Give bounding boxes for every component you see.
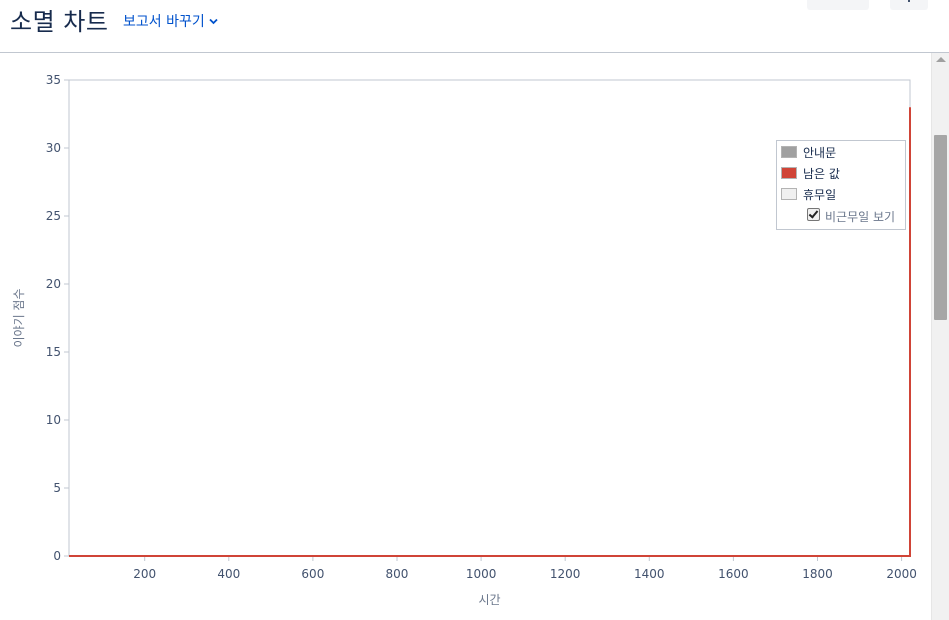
x-tick-label: 800 (386, 567, 409, 581)
y-tick-label: 25 (46, 209, 61, 223)
x-tick-label: 1800 (802, 567, 833, 581)
toolbar-icon-button[interactable] (890, 0, 928, 10)
scrollbar-thumb[interactable] (934, 135, 947, 320)
y-tick-label: 15 (46, 345, 61, 359)
y-tick-label: 10 (46, 413, 61, 427)
switch-report-label: 보고서 바꾸기 (123, 14, 205, 30)
y-tick-label: 30 (46, 141, 61, 155)
y-tick-label: 5 (53, 481, 61, 495)
show-non-working-days-label[interactable]: 비근무일 보기 (825, 208, 895, 225)
scroll-up-arrow-icon[interactable] (936, 57, 946, 62)
burndown-chart: 0 5 10 15 20 25 30 35 200 400 600 800 1000 1200 1400 1… (12, 73, 917, 607)
x-tick-label: 200 (133, 567, 156, 581)
y-tick-label: 20 (46, 277, 61, 291)
x-tick-label: 1200 (550, 567, 581, 581)
legend-label: 안내문 (803, 146, 837, 160)
more-icon (908, 0, 910, 2)
vertical-scrollbar[interactable] (931, 53, 949, 620)
x-tick-label: 600 (301, 567, 324, 581)
x-axis-label: 시간 (478, 593, 500, 607)
chevron-down-icon (209, 13, 218, 29)
x-tick-label: 400 (217, 567, 240, 581)
report-content: 0 5 10 15 20 25 30 35 200 400 600 800 1000 1200 1400 1… (0, 53, 932, 620)
toolbar-button[interactable] (807, 0, 869, 10)
legend-swatch (781, 188, 797, 200)
page-header: 소멸 차트 보고서 바꾸기 (0, 0, 949, 53)
x-tick-label: 1400 (634, 567, 665, 581)
x-tick-label: 2000 (886, 567, 917, 581)
y-axis-label: 이야기 점수 (12, 288, 26, 347)
y-tick-label: 35 (46, 73, 61, 87)
y-tick-label: 0 (53, 549, 61, 563)
x-tick-label: 1000 (466, 567, 497, 581)
legend-swatch (781, 146, 797, 158)
chart-legend: 안내문 남은 값 휴무일 비근무일 보기 (776, 140, 906, 230)
switch-report-dropdown[interactable]: 보고서 바꾸기 (123, 11, 218, 31)
x-tick-label: 1600 (718, 567, 749, 581)
legend-label: 휴무일 (803, 188, 837, 202)
legend-label: 남은 값 (803, 167, 840, 181)
page-title: 소멸 차트 (10, 8, 109, 36)
show-non-working-days-checkbox[interactable] (807, 208, 820, 221)
legend-swatch (781, 167, 797, 179)
